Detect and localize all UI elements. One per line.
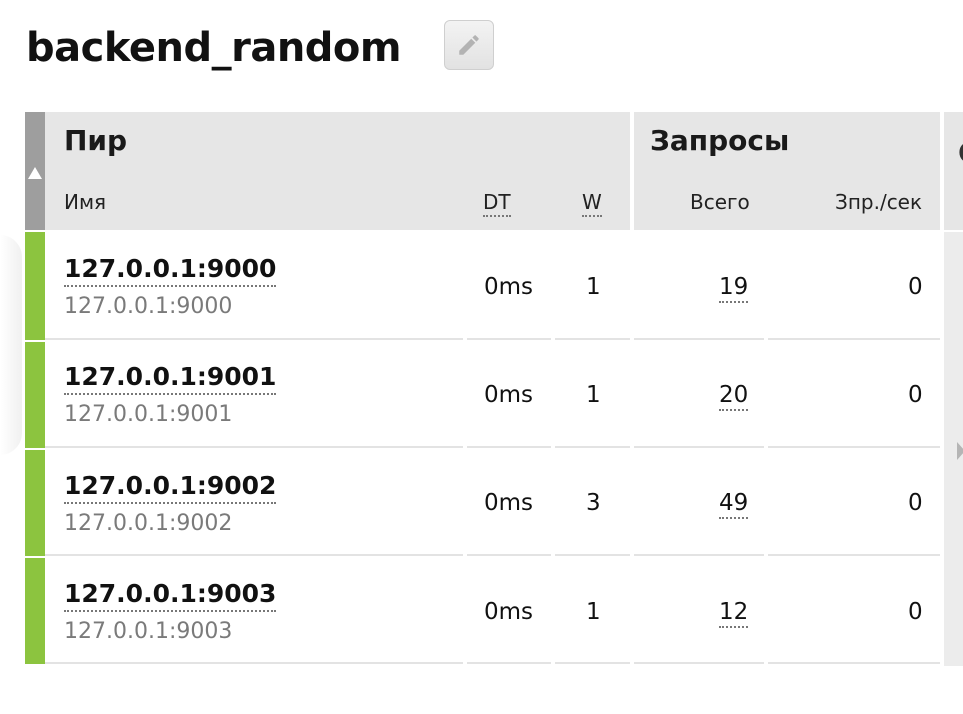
- column-header-name[interactable]: Имя: [64, 190, 106, 214]
- pencil-icon: [459, 35, 479, 55]
- cell-w: 1: [586, 599, 601, 625]
- page-title: backend_random: [26, 25, 402, 71]
- status-indicator: [25, 342, 45, 448]
- expand-right-icon: [957, 442, 963, 460]
- edit-button[interactable]: [444, 20, 494, 70]
- column-divider: [463, 232, 467, 666]
- peer-name[interactable]: 127.0.0.1:9000: [64, 254, 277, 287]
- cell-rate: 0: [908, 274, 923, 300]
- column-divider: [551, 232, 555, 666]
- cell-dt: 0ms: [484, 274, 534, 300]
- column-header-w[interactable]: W: [582, 190, 602, 217]
- column-header-dt[interactable]: DT: [483, 190, 511, 217]
- next-group-header: С А: [944, 112, 963, 323]
- peer-name[interactable]: 127.0.0.1:9002: [64, 471, 277, 504]
- cell-w: 3: [586, 490, 601, 516]
- column-divider: [630, 112, 634, 666]
- peer-address: 127.0.0.1:9000: [64, 294, 233, 319]
- cell-total[interactable]: 12: [719, 599, 749, 628]
- column-header-total[interactable]: Всего: [690, 190, 750, 214]
- cell-total[interactable]: 19: [719, 274, 749, 303]
- next-group-title: С: [958, 136, 963, 169]
- group-title-peer: Пир: [64, 124, 128, 157]
- expand-panel-handle[interactable]: [944, 232, 963, 666]
- column-header-rate[interactable]: Зпр./сек: [835, 190, 922, 214]
- status-indicator: [25, 558, 45, 664]
- cell-dt: 0ms: [484, 490, 534, 516]
- peer-name[interactable]: 127.0.0.1:9001: [64, 362, 277, 395]
- peer-address: 127.0.0.1:9002: [64, 511, 233, 536]
- cell-w: 1: [586, 382, 601, 408]
- cell-rate: 0: [908, 599, 923, 625]
- peer-address: 127.0.0.1:9003: [64, 619, 233, 644]
- cell-rate: 0: [908, 490, 923, 516]
- sort-up-icon: [28, 167, 42, 179]
- peer-header: [45, 112, 630, 230]
- cell-dt: 0ms: [484, 599, 534, 625]
- cell-total[interactable]: 49: [719, 490, 749, 519]
- status-indicator: [25, 232, 45, 340]
- peer-name[interactable]: 127.0.0.1:9003: [64, 579, 277, 612]
- cell-rate: 0: [908, 382, 923, 408]
- status-indicator: [25, 450, 45, 556]
- panel-shadow: [0, 235, 22, 455]
- sort-toggle[interactable]: [25, 112, 45, 230]
- group-title-requests: Запросы: [650, 124, 790, 157]
- cell-dt: 0ms: [484, 382, 534, 408]
- peer-address: 127.0.0.1:9001: [64, 402, 233, 427]
- cell-total[interactable]: 20: [719, 382, 749, 411]
- column-divider: [764, 232, 768, 666]
- cell-w: 1: [586, 274, 601, 300]
